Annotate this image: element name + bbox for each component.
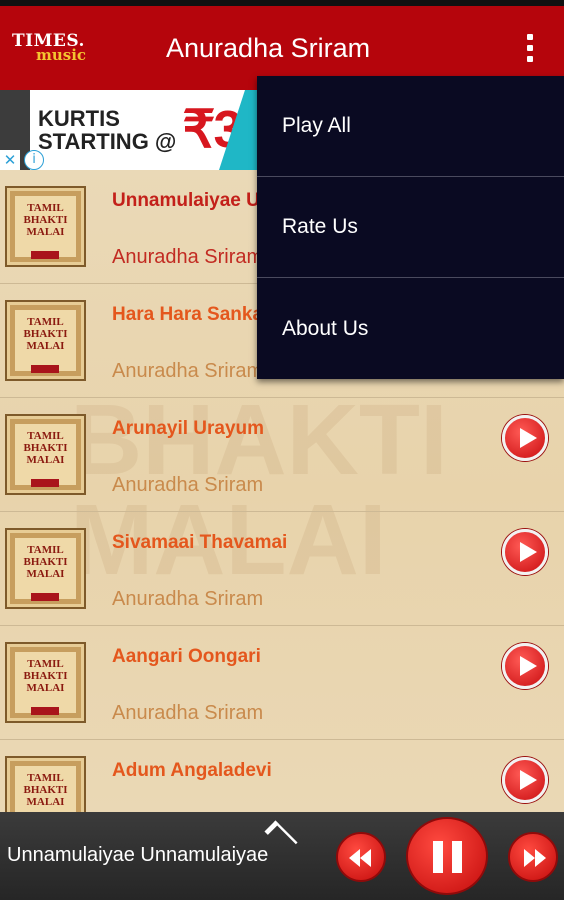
song-artist: Anuradha Sriram xyxy=(112,702,264,724)
song-title: Hara Hara Sankara xyxy=(112,304,281,325)
ad-line1: KURTIS xyxy=(38,106,120,131)
song-title: Arunayil Urayum xyxy=(112,418,265,439)
menu-item-about-us[interactable]: About Us xyxy=(257,278,564,379)
song-artist: Anuradha Sriram xyxy=(112,360,264,382)
menu-item-rate-us[interactable]: Rate Us xyxy=(257,177,564,278)
song-title: Adum Angaladevi xyxy=(112,760,272,781)
play-icon[interactable] xyxy=(502,757,548,803)
album-art: TAMIL BHAKTI MALAI xyxy=(5,300,86,381)
song-artist: Anuradha Sriram xyxy=(112,474,264,496)
chevron-up-icon[interactable] xyxy=(258,816,306,838)
album-art: TAMIL BHAKTI MALAI xyxy=(5,756,86,812)
album-art: TAMIL BHAKTI MALAI xyxy=(5,414,86,495)
ad-info-icon[interactable]: i xyxy=(24,150,44,170)
album-art: TAMIL BHAKTI MALAI xyxy=(5,528,86,609)
song-artist: Anuradha Sriram xyxy=(112,246,264,268)
times-music-logo: TIMES. music xyxy=(0,33,110,63)
pause-button[interactable] xyxy=(406,817,488,895)
ad-line2: STARTING @ xyxy=(38,129,177,154)
ad-close-icon[interactable]: ✕ xyxy=(0,150,20,170)
song-artist: Anuradha Sriram xyxy=(112,588,264,610)
album-art: TAMIL BHAKTI MALAI xyxy=(5,186,86,267)
menu-item-play-all[interactable]: Play All xyxy=(257,76,564,177)
song-title: Aangari Oongari xyxy=(112,646,261,667)
song-title: Sivamaai Thavamai xyxy=(112,532,288,553)
overflow-menu: Play All Rate Us About Us xyxy=(257,76,564,379)
mini-player[interactable]: Unnamulaiyae Unnamulaiyae xyxy=(0,812,564,900)
rewind-button[interactable] xyxy=(336,832,386,882)
list-item[interactable]: TAMIL BHAKTI MALAI Aangari Oongari Anuradh… xyxy=(0,626,564,740)
now-playing-title: Unnamulaiyae Unnamulaiyae xyxy=(7,844,269,866)
list-item[interactable]: TAMIL BHAKTI MALAI Sivamaai Thavamai Anura… xyxy=(0,512,564,626)
play-icon[interactable] xyxy=(502,529,548,575)
page-title: Anuradha Sriram xyxy=(166,32,371,63)
fast-forward-button[interactable] xyxy=(508,832,558,882)
overflow-menu-icon[interactable] xyxy=(518,28,542,68)
list-item[interactable]: TAMIL BHAKTI MALAI Adum Angaladevi xyxy=(0,740,564,812)
album-art: TAMIL BHAKTI MALAI xyxy=(5,642,86,723)
list-item[interactable]: TAMIL BHAKTI MALAI Arunayil Urayum Anuradh… xyxy=(0,398,564,512)
play-icon[interactable] xyxy=(502,415,548,461)
play-icon[interactable] xyxy=(502,643,548,689)
